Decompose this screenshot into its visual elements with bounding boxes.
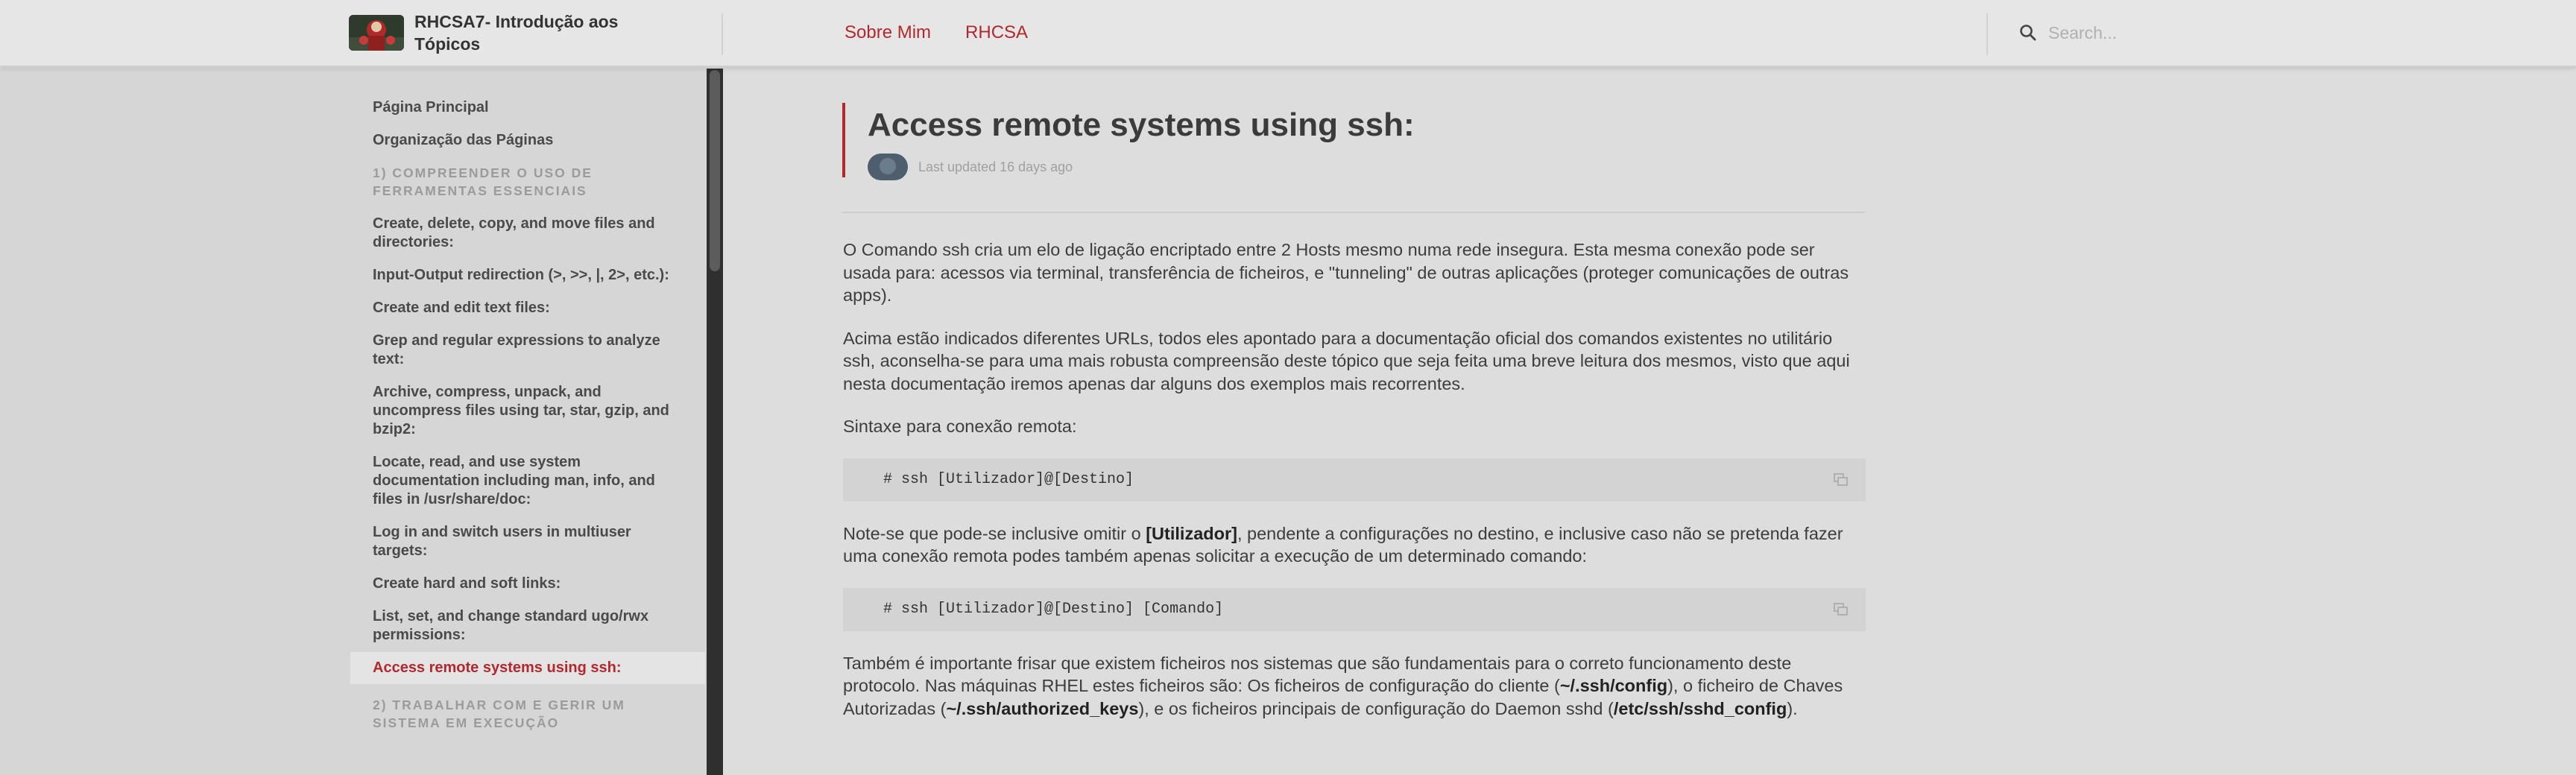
sidebar-item-grep-regex[interactable]: Grep and regular expressions to analyze … <box>350 332 705 369</box>
site-logo[interactable] <box>349 15 404 51</box>
sidebar-scrollbar[interactable] <box>707 69 723 775</box>
sidebar: Página Principal Organização das Páginas… <box>0 69 707 775</box>
sidebar-item-organizacao-paginas[interactable]: Organização das Páginas <box>350 131 705 150</box>
bold-text: /etc/ssh/sshd_config <box>1613 698 1787 718</box>
bold-text: ~/.ssh/config <box>1559 676 1668 695</box>
copy-icon[interactable] <box>1833 602 1849 617</box>
avatar[interactable] <box>868 154 908 180</box>
sidebar-item-edit-text-files[interactable]: Create and edit text files: <box>350 299 705 317</box>
sidebar-item-pagina-principal[interactable]: Página Principal <box>350 98 705 117</box>
copy-icon[interactable] <box>1833 472 1849 487</box>
sidebar-item-files-directories[interactable]: Create, delete, copy, and move files and… <box>350 215 705 252</box>
search-icon <box>2020 25 2036 41</box>
code-text: # ssh [Utilizador]@[Destino] <box>883 470 1134 488</box>
bold-text: ~/.ssh/authorized_keys <box>946 698 1139 718</box>
search-input[interactable] <box>2048 18 2346 48</box>
page-title: Access remote systems using ssh: <box>868 107 1415 143</box>
article-body: O Comando ssh cria um elo de ligação enc… <box>843 238 1866 740</box>
paragraph-syntax: Sintaxe para conexão remota: <box>843 417 1077 436</box>
code-text: # ssh [Utilizador]@[Destino] [Comando] <box>883 600 1224 618</box>
paragraph-omit-user: Note-se que pode-se inclusive omitir o [… <box>843 522 1866 568</box>
sidebar-item-archive-compress[interactable]: Archive, compress, unpack, and uncompres… <box>350 383 705 439</box>
sidebar-item-access-remote-ssh[interactable]: Access remote systems using ssh: <box>350 652 705 684</box>
nav-link-sobre-mim[interactable]: Sobre Mim <box>845 21 931 45</box>
sidebar-item-io-redirection[interactable]: Input-Output redirection (>, >>, |, 2>, … <box>350 266 705 285</box>
top-header: RHCSA7- Introdução aos Tópicos Sobre Mim… <box>0 0 2576 67</box>
bold-text: [Utilizador] <box>1146 523 1237 543</box>
sidebar-item-ugo-rwx-permissions[interactable]: List, set, and change standard ugo/rwx p… <box>350 607 705 645</box>
page-meta: Last updated 16 days ago <box>868 154 1865 180</box>
paragraph-config-files: Também é importante frisar que existem f… <box>843 652 1866 721</box>
site-title[interactable]: RHCSA7- Introdução aos Tópicos <box>414 10 683 55</box>
code-block-ssh-syntax[interactable]: # ssh [Utilizador]@[Destino] <box>843 458 1866 502</box>
nav-link-rhcsa[interactable]: RHCSA <box>965 21 1028 45</box>
last-updated-text: Last updated 16 days ago <box>918 159 1073 174</box>
sidebar-item-hard-soft-links[interactable]: Create hard and soft links: <box>350 575 705 593</box>
page-header: Access remote systems using ssh: Last up… <box>842 103 1865 180</box>
sidebar-scrollbar-thumb[interactable] <box>710 70 720 271</box>
paragraph-urls: Acima estão indicados diferentes URLs, t… <box>843 328 1850 393</box>
text-fragment: ). <box>1787 698 1798 718</box>
code-block-ssh-command[interactable]: # ssh [Utilizador]@[Destino] [Comando] <box>843 587 1866 631</box>
sidebar-section-heading: 1) COMPREENDER O USO DE FERRAMENTAS ESSE… <box>373 165 593 198</box>
text-fragment: Note-se que pode-se inclusive omitir o <box>843 523 1146 543</box>
sidebar-nav-list: Página Principal Organização das Páginas… <box>350 98 705 747</box>
sidebar-item-system-documentation[interactable]: Locate, read, and use system documentati… <box>350 453 705 509</box>
content-divider <box>842 212 1865 213</box>
search-divider <box>1986 13 1988 55</box>
sidebar-item-multiuser-targets[interactable]: Log in and switch users in multiuser tar… <box>350 523 705 560</box>
sidebar-section-heading: 2) TRABALHAR COM E GERIR UM SISTEMA EM E… <box>373 698 625 730</box>
header-divider <box>722 13 723 55</box>
paragraph-intro: O Comando ssh cria um elo de ligação enc… <box>843 240 1849 305</box>
text-fragment: ), e os ficheiros principais de configur… <box>1138 698 1614 718</box>
top-navigation: Sobre Mim RHCSA <box>845 21 1028 45</box>
logo-image <box>349 15 404 51</box>
